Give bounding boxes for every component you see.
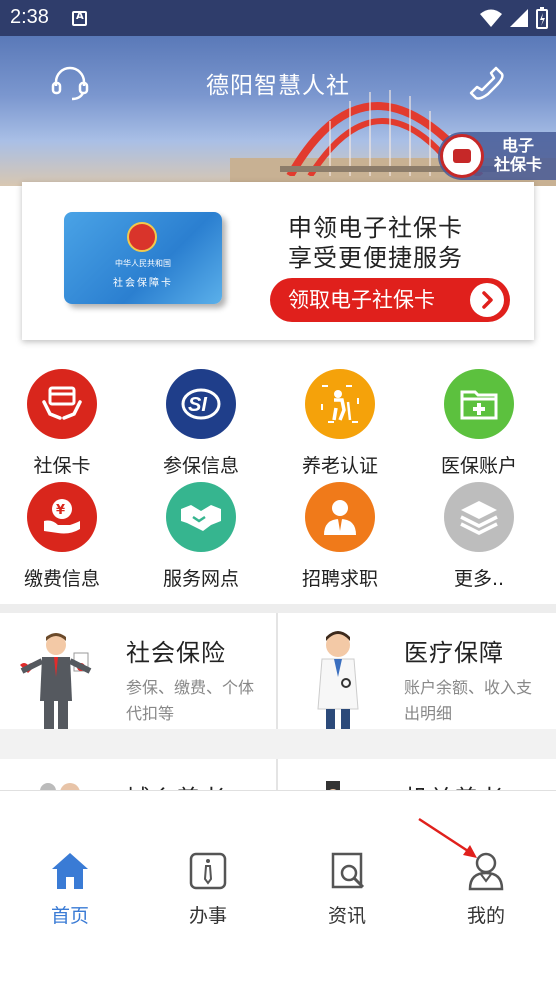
elderly-couple-icon: [40, 783, 80, 790]
grid-item-insurance-info[interactable]: SI 参保信息: [146, 369, 256, 481]
status-bar: 2:38 A: [0, 0, 556, 36]
tile-title: 社会保险: [126, 639, 226, 667]
card-hands-icon: [27, 369, 97, 439]
nav-label: 资讯: [327, 905, 366, 927]
social-security-seal-icon: [440, 134, 484, 178]
grid-item-more[interactable]: 更多..: [424, 482, 534, 594]
get-ecard-button-label: 领取电子社保卡: [288, 288, 435, 312]
promo-headline-2: 享受更便捷服务: [288, 244, 463, 272]
tile-urban-rural-pension[interactable]: 城乡养老: [0, 759, 276, 790]
grid-item-pension-auth[interactable]: 养老认证: [285, 369, 395, 481]
tile-description: 参保、缴费、个体代扣等: [126, 678, 255, 723]
ecard-badge[interactable]: 电子 社保卡: [438, 132, 556, 180]
ecard-badge-label: 电子 社保卡: [493, 136, 542, 174]
get-ecard-button[interactable]: 领取电子社保卡: [270, 278, 510, 322]
tile-title: 城乡养老: [126, 779, 226, 790]
signal-icon: [510, 9, 528, 27]
handshake-icon: [166, 482, 236, 552]
nav-home[interactable]: 首页: [10, 851, 130, 931]
status-icons: [480, 6, 548, 30]
grid-label: 缴费信息: [23, 568, 100, 590]
chevron-right-icon: [470, 283, 504, 317]
notification-icon: A: [72, 11, 87, 26]
grid-item-social-card[interactable]: 社保卡: [7, 369, 117, 481]
grid-label: 招聘求职: [301, 568, 378, 590]
grid-label: 服务网点: [162, 568, 239, 590]
tile-description: 账户余额、收入支出明细: [404, 678, 533, 723]
tile-medical-security[interactable]: 医疗保障 账户余额、收入支出明细: [278, 613, 554, 739]
si-logo-icon: SI: [166, 369, 236, 439]
tile-title: 机关养老: [404, 779, 504, 790]
nav-news[interactable]: 资讯: [287, 851, 407, 931]
grid-item-service-points[interactable]: 服务网点: [146, 482, 256, 594]
social-security-card-image: 中华人民共和国 社会保障卡: [64, 212, 222, 304]
payment-icon: ¥: [27, 482, 97, 552]
grid-item-recruitment[interactable]: 招聘求职: [285, 482, 395, 594]
status-time: 2:38: [10, 6, 49, 28]
businessman-icon: [20, 633, 92, 739]
grid-item-payment-info[interactable]: ¥ 缴费信息: [7, 482, 117, 594]
card-country-text: 中华人民共和国: [115, 259, 171, 268]
battery-icon: [536, 7, 548, 29]
tile-social-insurance[interactable]: 社会保险 参保、缴费、个体代扣等: [0, 613, 276, 739]
tie-icon: [189, 852, 227, 890]
grid-label: 医保账户: [440, 455, 517, 477]
national-emblem-icon: [127, 222, 157, 252]
grid-label: 更多..: [453, 568, 505, 590]
tile-institution-pension[interactable]: 机关养老: [278, 759, 554, 790]
notification-letter: A: [76, 11, 84, 22]
nav-label: 办事: [188, 905, 227, 927]
grid-label: 养老认证: [301, 455, 378, 477]
elderly-icon: [305, 369, 375, 439]
tile-divider-horizontal: [0, 729, 556, 759]
grid-item-medical-account[interactable]: 医保账户: [424, 369, 534, 481]
svg-text:¥: ¥: [56, 503, 65, 518]
medical-folder-icon: [444, 369, 514, 439]
wifi-icon: [480, 9, 502, 27]
officer-icon: [326, 781, 340, 790]
news-search-icon: [331, 852, 365, 889]
tile-title: 医疗保障: [404, 639, 504, 667]
layers-icon: [444, 482, 514, 552]
card-name-text: 社会保障卡: [113, 278, 173, 289]
recruit-icon: [305, 482, 375, 552]
nav-services[interactable]: 办事: [148, 851, 268, 931]
home-icon: [52, 853, 88, 889]
annotation-arrow-icon: [418, 817, 477, 858]
svg-text:SI: SI: [188, 394, 207, 416]
phone-icon[interactable]: [466, 62, 506, 102]
doctor-icon: [317, 631, 359, 739]
grid-label: 参保信息: [162, 455, 239, 477]
nav-label: 首页: [50, 905, 89, 927]
ecard-promo-card[interactable]: 中华人民共和国 社会保障卡 申领电子社保卡 享受更便捷服务 领取电子社保卡: [22, 182, 534, 340]
header-banner: 德阳智慧人社 电子 社保卡: [0, 36, 556, 186]
nav-label: 我的: [466, 905, 505, 927]
grid-label: 社保卡: [33, 455, 91, 477]
section-divider: [0, 604, 556, 613]
